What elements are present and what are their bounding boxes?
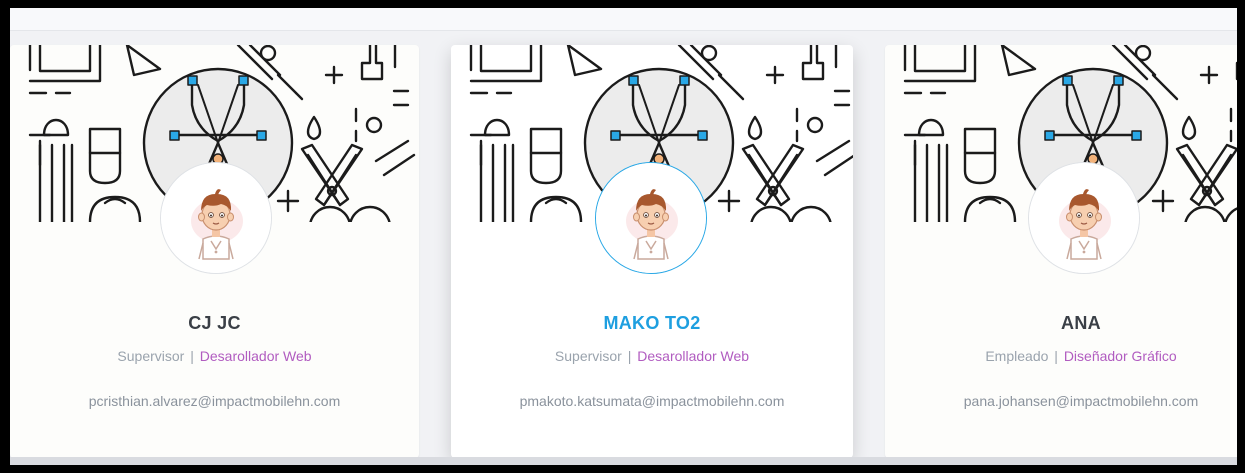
top-bar <box>10 8 1237 31</box>
employee-name: CJ JC <box>188 313 241 333</box>
bottom-edge <box>10 457 1237 465</box>
employee-department: Diseñador Gráfico <box>1063 348 1177 364</box>
avatar <box>595 162 707 274</box>
employee-name: ANA <box>1061 313 1101 333</box>
employee-card[interactable]: MAKO TO2 Supervisor | Desarollador Web p… <box>451 45 853 458</box>
employee-role: Supervisor | Desarollador Web <box>10 348 419 364</box>
role-separator: | <box>627 348 632 364</box>
employee-position: Empleado <box>985 348 1049 364</box>
employee-department: Desarollador Web <box>199 348 312 364</box>
app-viewport: CJ JC Supervisor | Desarollador Web pcri… <box>10 8 1237 465</box>
avatar <box>1028 162 1140 274</box>
employee-email: pmakoto.katsumata@impactmobilehn.com <box>519 393 785 409</box>
employee-position: Supervisor <box>117 348 185 364</box>
employee-card[interactable]: CJ JC Supervisor | Desarollador Web pcri… <box>10 45 419 458</box>
employee-card[interactable]: ANA Empleado | Diseñador Gráfico pana.jo… <box>885 45 1237 458</box>
employee-email: pana.johansen@impactmobilehn.com <box>963 393 1199 409</box>
employee-role: Supervisor | Desarollador Web <box>451 348 853 364</box>
employee-role: Empleado | Diseñador Gráfico <box>885 348 1237 364</box>
employee-position: Supervisor <box>554 348 622 364</box>
employee-name: MAKO TO2 <box>603 313 701 333</box>
employee-email: pcristhian.alvarez@impactmobilehn.com <box>88 393 341 409</box>
avatar <box>160 162 272 274</box>
role-separator: | <box>1054 348 1058 364</box>
employee-department: Desarollador Web <box>637 348 750 364</box>
role-separator: | <box>190 348 194 364</box>
